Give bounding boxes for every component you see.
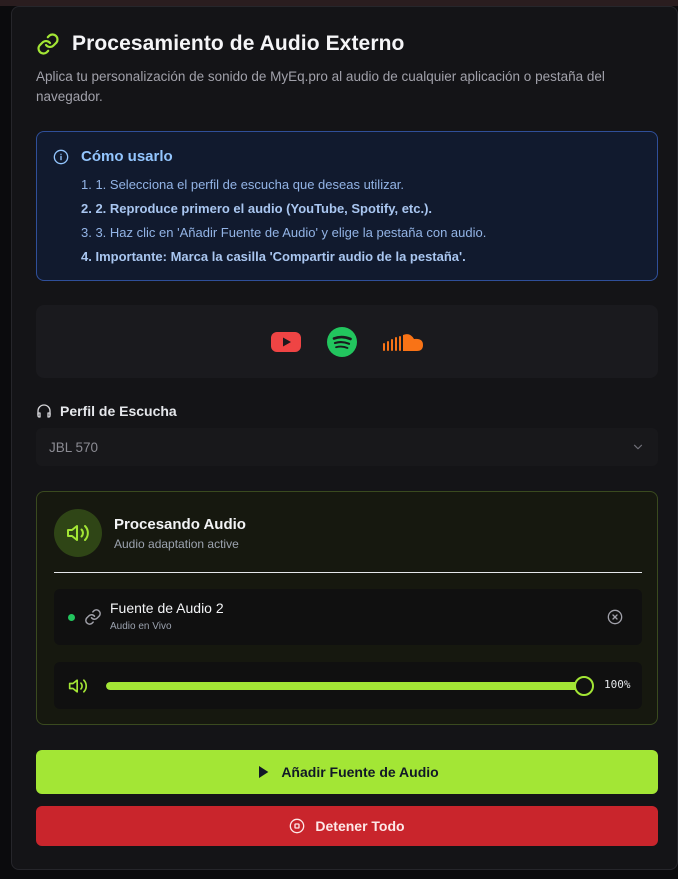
step-item: 4. Importante: Marca la casilla 'Compart… <box>81 249 466 264</box>
audio-source-item: Fuente de Audio 2 Audio en Vivo <box>54 589 642 645</box>
volume-icon <box>68 679 88 693</box>
profile-selected-value: JBL 570 <box>49 439 99 455</box>
step-item: 3. 3. Haz clic en 'Añadir Fuente de Audi… <box>81 225 487 240</box>
spotify-icon <box>327 326 357 357</box>
volume-value: 100% <box>604 678 631 691</box>
stop-all-button[interactable]: Detener Todo <box>36 806 658 846</box>
how-to-header: Cómo usarlo <box>53 148 173 165</box>
source-status: Audio en Vivo <box>110 621 172 632</box>
stop-circle-icon <box>290 818 305 834</box>
step-item: 1. 1. Selecciona el perfil de escucha qu… <box>81 177 405 192</box>
info-icon <box>53 149 69 164</box>
headphones-icon <box>37 404 51 418</box>
page-header: Procesamiento de Audio Externo <box>36 32 404 56</box>
source-name: Fuente de Audio 2 <box>110 600 224 616</box>
how-to-steps: 1. 1. Selecciona el perfil de escucha qu… <box>81 173 486 269</box>
stop-all-label: Detener Todo <box>315 818 405 834</box>
profile-label: Perfil de Escucha <box>36 403 177 419</box>
divider <box>54 572 642 573</box>
step-item: 2. 2. Reproduce primero el audio (YouTub… <box>81 201 433 216</box>
processing-subtitle: Audio adaptation active <box>114 537 239 551</box>
volume-slider-track[interactable] <box>106 682 584 690</box>
processing-title: Procesando Audio <box>114 516 246 533</box>
page-subtitle: Aplica tu personalización de sonido de M… <box>36 69 605 104</box>
processing-panel: Procesando Audio Audio adaptation active… <box>36 491 658 725</box>
supported-services <box>36 305 658 378</box>
how-to-title: Cómo usarlo <box>81 148 173 165</box>
soundcloud-icon <box>383 333 423 351</box>
youtube-icon <box>271 331 301 352</box>
how-to-panel: Cómo usarlo 1. 1. Selecciona el perfil d… <box>36 131 658 281</box>
live-indicator <box>68 614 75 621</box>
add-audio-source-button[interactable]: Añadir Fuente de Audio <box>36 750 658 794</box>
remove-source-icon[interactable] <box>607 609 623 625</box>
volume-slider-fill <box>106 682 584 690</box>
add-audio-source-label: Añadir Fuente de Audio <box>281 764 439 780</box>
link-icon <box>85 609 101 625</box>
chevron-down-icon <box>633 444 643 450</box>
processing-status-badge <box>54 509 102 557</box>
profile-select[interactable]: JBL 570 <box>36 428 658 466</box>
volume-control: 100% <box>54 662 642 709</box>
profile-label-text: Perfil de Escucha <box>60 403 177 419</box>
page-title: Procesamiento de Audio Externo <box>72 32 405 55</box>
volume-slider-thumb[interactable] <box>574 676 594 696</box>
play-icon <box>259 766 269 778</box>
link-icon <box>37 33 59 55</box>
speaker-icon <box>67 525 89 541</box>
